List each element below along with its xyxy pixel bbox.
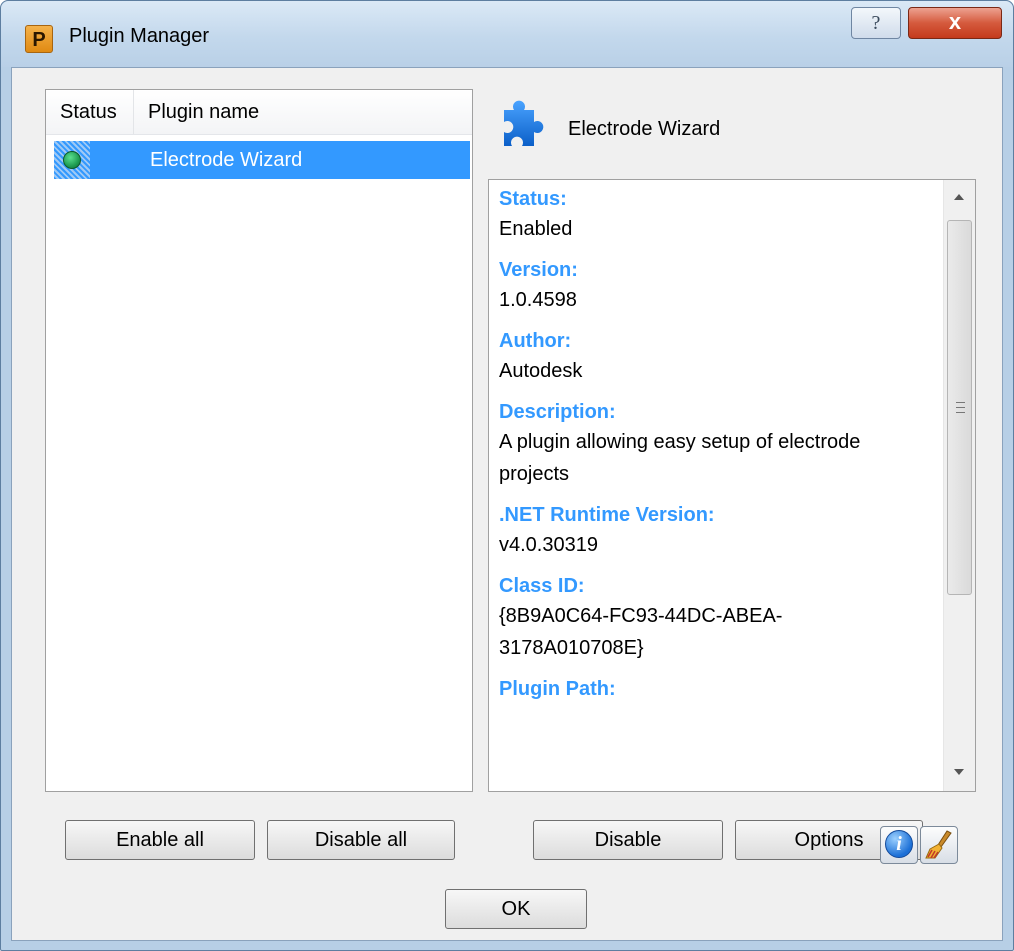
field-label-author: Author: [499,330,572,352]
scroll-up-arrow-icon[interactable] [954,194,964,200]
field-value-runtime-version: v4.0.30319 [499,534,598,556]
disable-button[interactable]: Disable [533,820,723,860]
app-icon: P [25,25,53,53]
title-bar[interactable]: P Plugin Manager ? x [1,1,1013,67]
details-scrollbar[interactable] [943,180,975,791]
field-label-version: Version: [499,259,578,281]
dialog-body: Status Plugin name Electrode Wizard Elec… [11,67,1003,941]
column-header-status[interactable]: Status [46,90,134,134]
ok-button[interactable]: OK [445,889,587,929]
enable-all-button[interactable]: Enable all [65,820,255,860]
field-value-status: Enabled [499,218,573,240]
scrollbar-thumb[interactable] [947,220,972,595]
field-value-class-id: {8B9A0C64-FC93-44DC-ABEA-3178A010708E} [499,605,783,659]
row-plugin-name[interactable]: Electrode Wizard [90,141,470,179]
plugin-list[interactable]: Status Plugin name Electrode Wizard [45,89,473,792]
info-icon: i [885,830,913,858]
scrollbar-grip-icon [956,402,965,413]
field-label-runtime-version: .NET Runtime Version: [499,504,715,526]
field-value-description: A plugin allowing easy setup of electrod… [499,431,861,485]
scroll-down-arrow-icon[interactable] [954,769,964,775]
field-value-author: Autodesk [499,360,583,382]
info-button[interactable]: i [880,826,918,864]
field-label-plugin-path: Plugin Path: [499,678,616,700]
plugin-manager-window: P Plugin Manager ? x Status Plugin name … [0,0,1014,951]
field-label-class-id: Class ID: [499,575,585,597]
list-header: Status Plugin name [46,90,472,135]
close-button[interactable]: x [908,7,1002,39]
brush-icon [925,830,952,859]
window-title: Plugin Manager [69,25,210,47]
column-header-plugin-name[interactable]: Plugin name [134,90,472,134]
puzzle-piece-icon [504,100,544,146]
plugin-details-content: Status: Enabled Version: 1.0.4598 Author… [499,186,939,715]
field-label-description: Description: [499,401,616,423]
plugin-details-panel[interactable]: Status: Enabled Version: 1.0.4598 Author… [488,179,976,792]
help-button[interactable]: ? [851,7,901,39]
status-enabled-icon [63,151,81,169]
field-value-version: 1.0.4598 [499,289,577,311]
disable-all-button[interactable]: Disable all [267,820,455,860]
field-label-status: Status: [499,188,567,210]
brush-button[interactable] [920,826,958,864]
plugin-row-electrode-wizard[interactable]: Electrode Wizard [54,141,470,179]
selected-plugin-title: Electrode Wizard [568,118,721,140]
row-status-cell[interactable] [54,141,90,179]
